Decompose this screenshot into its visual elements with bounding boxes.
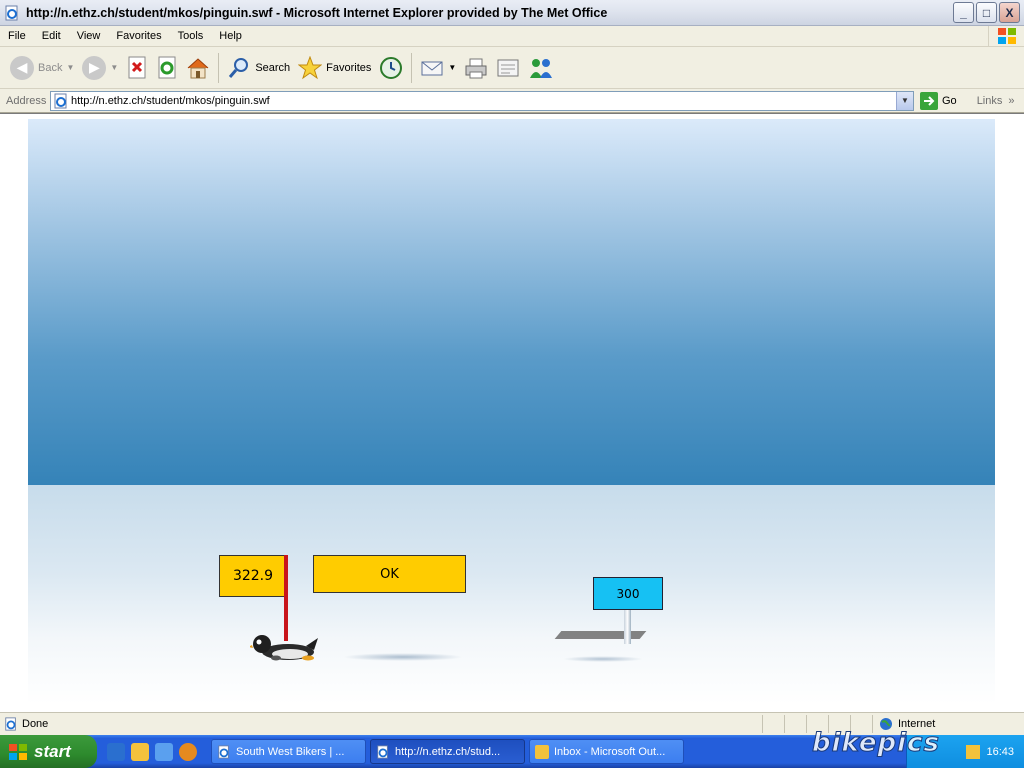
taskbar-item-label: South West Bikers | ... [236, 745, 345, 758]
ie-page-icon [54, 93, 67, 108]
maximize-button[interactable]: □ [976, 2, 997, 23]
marker-ground-shadow [563, 656, 643, 662]
start-label: start [34, 741, 71, 761]
address-field[interactable]: http://n.ethz.ch/student/mkos/pinguin.sw… [50, 90, 914, 111]
forward-dropdown-icon[interactable]: ▼ [110, 63, 118, 72]
ie-quicklaunch-icon[interactable] [107, 742, 125, 761]
forward-arrow-icon: ▶ [82, 55, 107, 80]
go-label: Go [942, 94, 957, 107]
stop-button[interactable] [122, 51, 152, 85]
start-button[interactable]: start [0, 735, 97, 768]
menu-help[interactable]: Help [211, 30, 250, 42]
search-icon [229, 57, 249, 78]
tray-clock[interactable]: 16:43 [986, 746, 1014, 758]
toolbar-separator [218, 52, 220, 83]
taskbar-item[interactable]: South West Bikers | ... [211, 739, 366, 764]
mail-button[interactable]: ▼ [416, 51, 460, 85]
favorites-label: Favorites [326, 61, 372, 74]
menu-bar: File Edit View Favorites Tools Help [0, 25, 1024, 47]
links-label[interactable]: Links [977, 95, 1003, 107]
search-label: Search [255, 61, 291, 74]
menu-favorites[interactable]: Favorites [108, 30, 169, 42]
taskbar-item[interactable]: Inbox - Microsoft Out... [529, 739, 684, 764]
messenger-button[interactable] [524, 51, 558, 85]
windows-flag-icon [9, 743, 27, 760]
ie-page-icon [218, 744, 229, 759]
minimize-button[interactable]: _ [953, 2, 974, 23]
menu-file[interactable]: File [0, 30, 34, 42]
mail-dropdown-icon[interactable]: ▼ [448, 63, 456, 72]
ok-button[interactable]: OK [313, 555, 466, 593]
ie-quicklaunch-icon[interactable] [155, 742, 173, 761]
standard-toolbar: ◀ Back ▼ ▶ ▼ Search Favorites ▼ [0, 47, 1024, 89]
quick-launch [97, 742, 207, 761]
address-label: Address [6, 94, 47, 107]
distance-marker-sign: 300 [593, 577, 663, 610]
messenger-icon [530, 58, 553, 78]
taskbar-item-label: Inbox - Microsoft Out... [554, 745, 666, 758]
address-url[interactable]: http://n.ethz.ch/student/mkos/pinguin.sw… [69, 95, 896, 107]
distance-sign: 322.9 [219, 555, 287, 597]
refresh-button[interactable] [152, 51, 182, 85]
penguin-icon [250, 635, 318, 661]
taskbar-item-label: http://n.ethz.ch/stud... [395, 745, 501, 758]
address-dropdown-icon[interactable]: ▼ [896, 91, 913, 110]
status-text: Done [22, 718, 49, 730]
flash-game[interactable]: 322.9 OK 300 [28, 119, 995, 704]
edit-button[interactable] [492, 51, 524, 85]
stop-icon [128, 56, 146, 78]
outlook-icon [535, 744, 549, 759]
links-toolbar[interactable]: Links » [977, 95, 1015, 107]
refresh-icon [158, 56, 176, 78]
menu-tools[interactable]: Tools [170, 30, 212, 42]
forward-button[interactable]: ▶ ▼ [78, 51, 122, 85]
menu-edit[interactable]: Edit [34, 30, 69, 42]
address-bar: Address http://n.ethz.ch/student/mkos/pi… [0, 89, 1024, 113]
windows-logo-icon [988, 25, 1024, 47]
ie-page-icon [5, 717, 16, 731]
printer-icon [465, 58, 487, 78]
close-button[interactable]: X [999, 2, 1020, 23]
window-title: http://n.ethz.ch/student/mkos/pinguin.sw… [26, 5, 608, 20]
edit-page-icon [497, 59, 519, 76]
history-icon [380, 56, 403, 79]
menu-view[interactable]: View [69, 30, 109, 42]
search-button[interactable]: Search [223, 51, 294, 85]
status-cell [784, 715, 806, 733]
back-label: Back [38, 61, 63, 74]
home-button[interactable] [182, 51, 214, 85]
go-button[interactable]: Go [920, 91, 957, 110]
back-dropdown-icon[interactable]: ▼ [66, 63, 74, 72]
slide-track [343, 653, 463, 661]
status-area: Done [0, 717, 762, 731]
ie-page-icon [5, 5, 18, 20]
marker-sign-shadow [554, 631, 647, 639]
page-content: 322.9 OK 300 [0, 113, 1024, 712]
mail-icon [421, 61, 443, 75]
print-button[interactable] [460, 51, 492, 85]
bikepics-watermark: bikepics [812, 728, 940, 759]
home-icon [187, 57, 209, 78]
snow-ground [28, 485, 995, 704]
sky-background [28, 119, 995, 485]
go-arrow-icon [920, 91, 938, 110]
media-player-quicklaunch-icon[interactable] [179, 742, 197, 761]
marker-sign-pole [624, 610, 631, 644]
star-icon [298, 55, 323, 79]
back-arrow-icon: ◀ [10, 55, 34, 80]
status-cell [762, 715, 784, 733]
history-button[interactable] [375, 51, 407, 85]
title-bar: http://n.ethz.ch/student/mkos/pinguin.sw… [0, 0, 1024, 26]
favorites-button[interactable]: Favorites [294, 51, 375, 85]
ie-page-icon [377, 744, 388, 759]
outlook-quicklaunch-icon[interactable] [131, 742, 149, 761]
tray-network-icon[interactable] [966, 744, 981, 759]
toolbar-separator [411, 52, 413, 83]
links-chevron-icon[interactable]: » [1008, 95, 1014, 107]
taskbar-item-active[interactable]: http://n.ethz.ch/stud... [370, 739, 525, 764]
back-button[interactable]: ◀ Back ▼ [6, 51, 78, 85]
